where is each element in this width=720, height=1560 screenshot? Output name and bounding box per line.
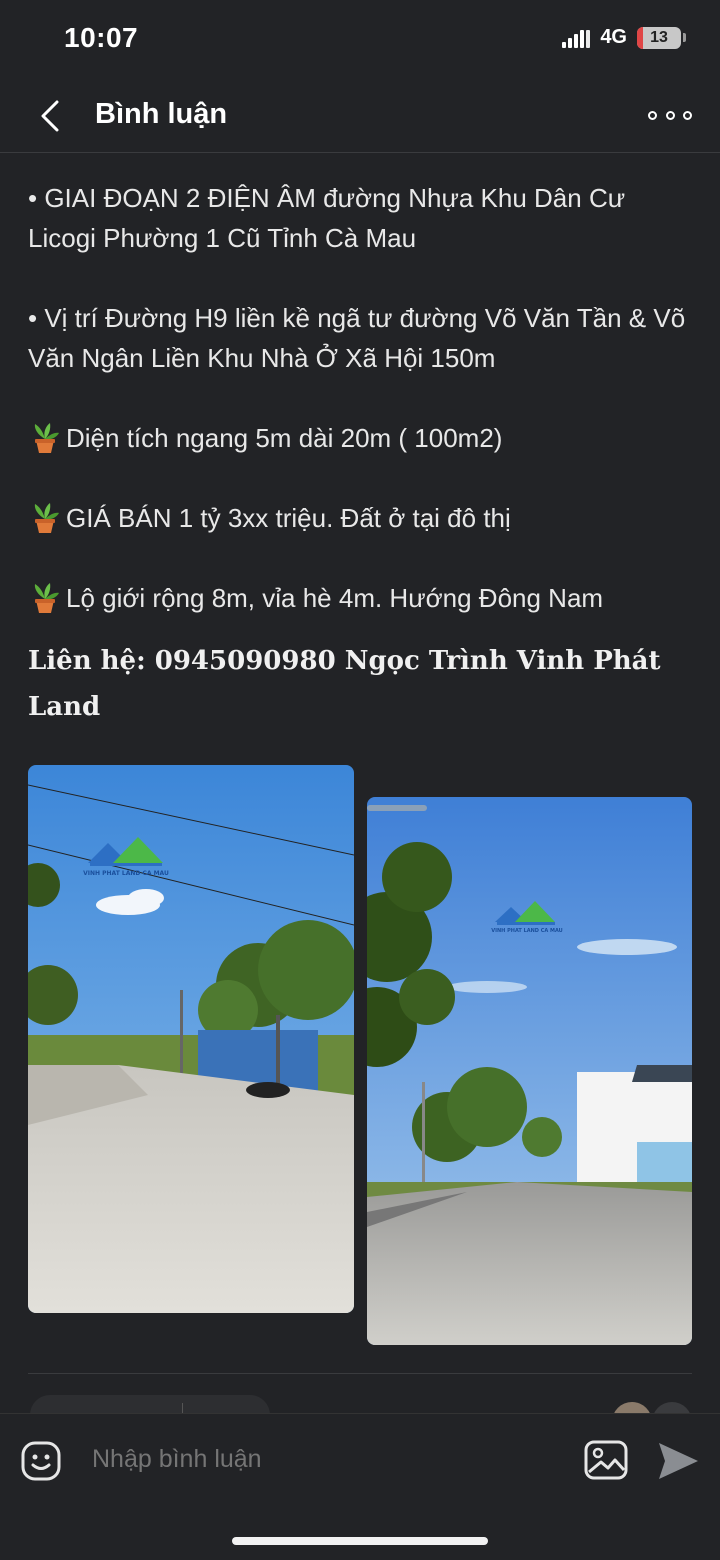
- feature-line: GIÁ BÁN 1 tỷ 3xx triệu. Đất ở tại đô thị: [28, 498, 692, 538]
- feature-line: Lộ giới rộng 8m, vỉa hè 4m. Hướng Đông N…: [28, 578, 692, 618]
- status-indicators: 4G 13: [562, 26, 686, 49]
- feature-text: Lộ giới rộng 8m, vỉa hè 4m. Hướng Đông N…: [66, 583, 604, 613]
- more-dot: [648, 110, 657, 120]
- image-button[interactable]: [584, 1440, 628, 1480]
- watermark-text: VINH PHAT LAND CA MAU: [491, 928, 562, 934]
- comment-bar: [0, 1413, 720, 1560]
- contact-info: Liên hệ: 0945090980 Ngọc Trình Vinh Phát…: [28, 646, 661, 722]
- signal-icon: [562, 28, 591, 48]
- feature-line: Diện tích ngang 5m dài 20m ( 100m2): [28, 418, 692, 458]
- post-content: • GIAI ĐOẠN 2 ĐIỆN ÂM đường Nhựa Khu Dân…: [28, 178, 692, 730]
- battery-cap: [683, 33, 686, 42]
- image-icon: [584, 1440, 628, 1480]
- land-photo-image: VINH PHAT LAND CA MAU: [28, 765, 354, 1313]
- home-indicator[interactable]: [232, 1537, 488, 1545]
- chevron-left-icon: [41, 100, 59, 132]
- battery-level: 13: [650, 28, 668, 46]
- post-paragraph: • GIAI ĐOẠN 2 ĐIỆN ÂM đường Nhựa Khu Dân…: [28, 183, 626, 253]
- potted-plant-icon: [34, 503, 59, 533]
- feature-text: GIÁ BÁN 1 tỷ 3xx triệu. Đất ở tại đô thị: [66, 503, 511, 533]
- potted-plant-icon: [34, 583, 59, 613]
- battery-icon: 13: [637, 26, 681, 49]
- land-photo-image: VINH PHAT LAND CA MAU: [367, 797, 692, 1345]
- send-icon: [659, 1443, 698, 1479]
- header: Bình luận: [0, 80, 720, 153]
- post-paragraph: • Vị trí Đường H9 liền kề ngã tư đường V…: [28, 303, 686, 373]
- post-photo[interactable]: VINH PHAT LAND CA MAU: [367, 797, 692, 1345]
- page-title: Bình luận: [95, 98, 228, 130]
- back-button[interactable]: [30, 94, 70, 138]
- status-time: 10:07: [64, 22, 139, 53]
- watermark-text: VINH PHAT LAND CA MAU: [83, 870, 169, 877]
- network-type: 4G: [600, 26, 627, 48]
- emoji-button[interactable]: [20, 1440, 62, 1482]
- more-dot: [683, 110, 692, 120]
- send-button[interactable]: [656, 1440, 700, 1482]
- status-bar: 10:07 4G 13: [0, 0, 720, 80]
- more-button[interactable]: [648, 98, 692, 132]
- post-photo[interactable]: VINH PHAT LAND CA MAU: [28, 765, 354, 1313]
- more-dot: [665, 110, 675, 120]
- smiley-icon: [21, 1441, 61, 1481]
- feature-text: Diện tích ngang 5m dài 20m ( 100m2): [66, 423, 503, 453]
- comment-input[interactable]: [90, 1444, 554, 1475]
- potted-plant-icon: [34, 423, 59, 453]
- divider: [28, 1373, 692, 1374]
